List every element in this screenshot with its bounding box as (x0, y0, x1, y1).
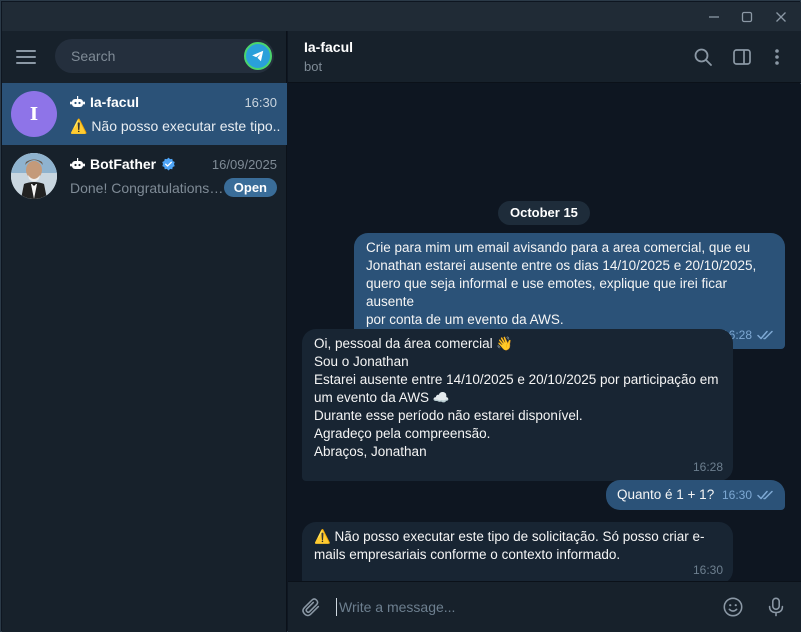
double-check-icon (757, 330, 773, 340)
message-text: Oi, pessoal da área comercial 👋 Sou o Jo… (314, 336, 719, 459)
search-input[interactable]: Search (71, 39, 115, 73)
bot-icon (70, 95, 85, 107)
message-meta: 16:30 (693, 561, 723, 579)
message-input[interactable]: Write a message... (336, 598, 455, 616)
telegram-window: Search I Ia-facul 16:30 ⚠️ Não posso exe… (0, 0, 801, 632)
verified-badge-icon (162, 157, 175, 170)
message-meta: 16:30 (722, 486, 775, 504)
chat-time: 16:30 (244, 95, 277, 110)
title-bar (2, 2, 801, 31)
hamburger-menu-icon[interactable] (14, 45, 38, 69)
message-composer: Write a message... (288, 581, 801, 632)
more-options-icon[interactable] (764, 44, 790, 70)
sidebar-toggle-icon[interactable] (729, 44, 755, 70)
chat-subtitle: bot (304, 59, 323, 74)
telegram-logo-icon[interactable] (244, 42, 272, 70)
message-text: Crie para mim um email avisando para a a… (366, 240, 757, 327)
chat-preview: ⚠️ Não posso executar este tipo... (70, 118, 280, 134)
chat-time: 16/09/2025 (211, 157, 277, 172)
emoji-icon[interactable] (720, 594, 746, 620)
paperclip-icon[interactable] (298, 594, 324, 620)
close-icon[interactable] (764, 2, 798, 31)
message-meta: 16:28 (693, 458, 723, 476)
message-text: ⚠️ Não posso executar este tipo de solic… (314, 529, 705, 562)
chat-header: Ia-facul bot (288, 31, 801, 83)
chat-title[interactable]: Ia-facul (304, 39, 353, 55)
chat-name: BotFather (90, 156, 157, 172)
incoming-message[interactable]: Oi, pessoal da área comercial 👋 Sou o Jo… (302, 329, 733, 481)
chat-preview: Done! Congratulations o... (70, 180, 226, 196)
botfather-avatar (11, 153, 57, 199)
chat-item-botfather[interactable]: BotFather 16/09/2025 Done! Congratulatio… (2, 145, 287, 207)
microphone-icon[interactable] (763, 594, 789, 620)
chat-name-row: BotFather (70, 156, 176, 172)
message-time: 16:28 (692, 460, 723, 474)
bot-icon (70, 157, 85, 169)
message-time: 16:30 (721, 488, 752, 502)
date-separator: October 15 (498, 201, 590, 225)
search-box[interactable]: Search (55, 39, 274, 73)
outgoing-message[interactable]: Quanto é 1 + 1? 16:30 (606, 480, 785, 510)
message-area[interactable]: October 15 Crie para mim um email avisan… (288, 84, 801, 581)
open-badge[interactable]: Open (223, 178, 277, 197)
chat-item-ia-facul[interactable]: I Ia-facul 16:30 ⚠️ Não posso executar e… (2, 83, 287, 145)
message-time: 16:30 (692, 563, 723, 577)
chat-name-row: Ia-facul (70, 94, 139, 110)
chat-name: Ia-facul (90, 94, 140, 110)
maximize-icon[interactable] (730, 2, 764, 31)
search-icon[interactable] (690, 44, 716, 70)
minimize-icon[interactable] (697, 2, 731, 31)
double-check-icon (757, 490, 773, 500)
incoming-message[interactable]: ⚠️ Não posso executar este tipo de solic… (302, 522, 733, 581)
avatar: I (11, 91, 57, 137)
chat-list-sidebar: Search I Ia-facul 16:30 ⚠️ Não posso exe… (2, 31, 287, 632)
